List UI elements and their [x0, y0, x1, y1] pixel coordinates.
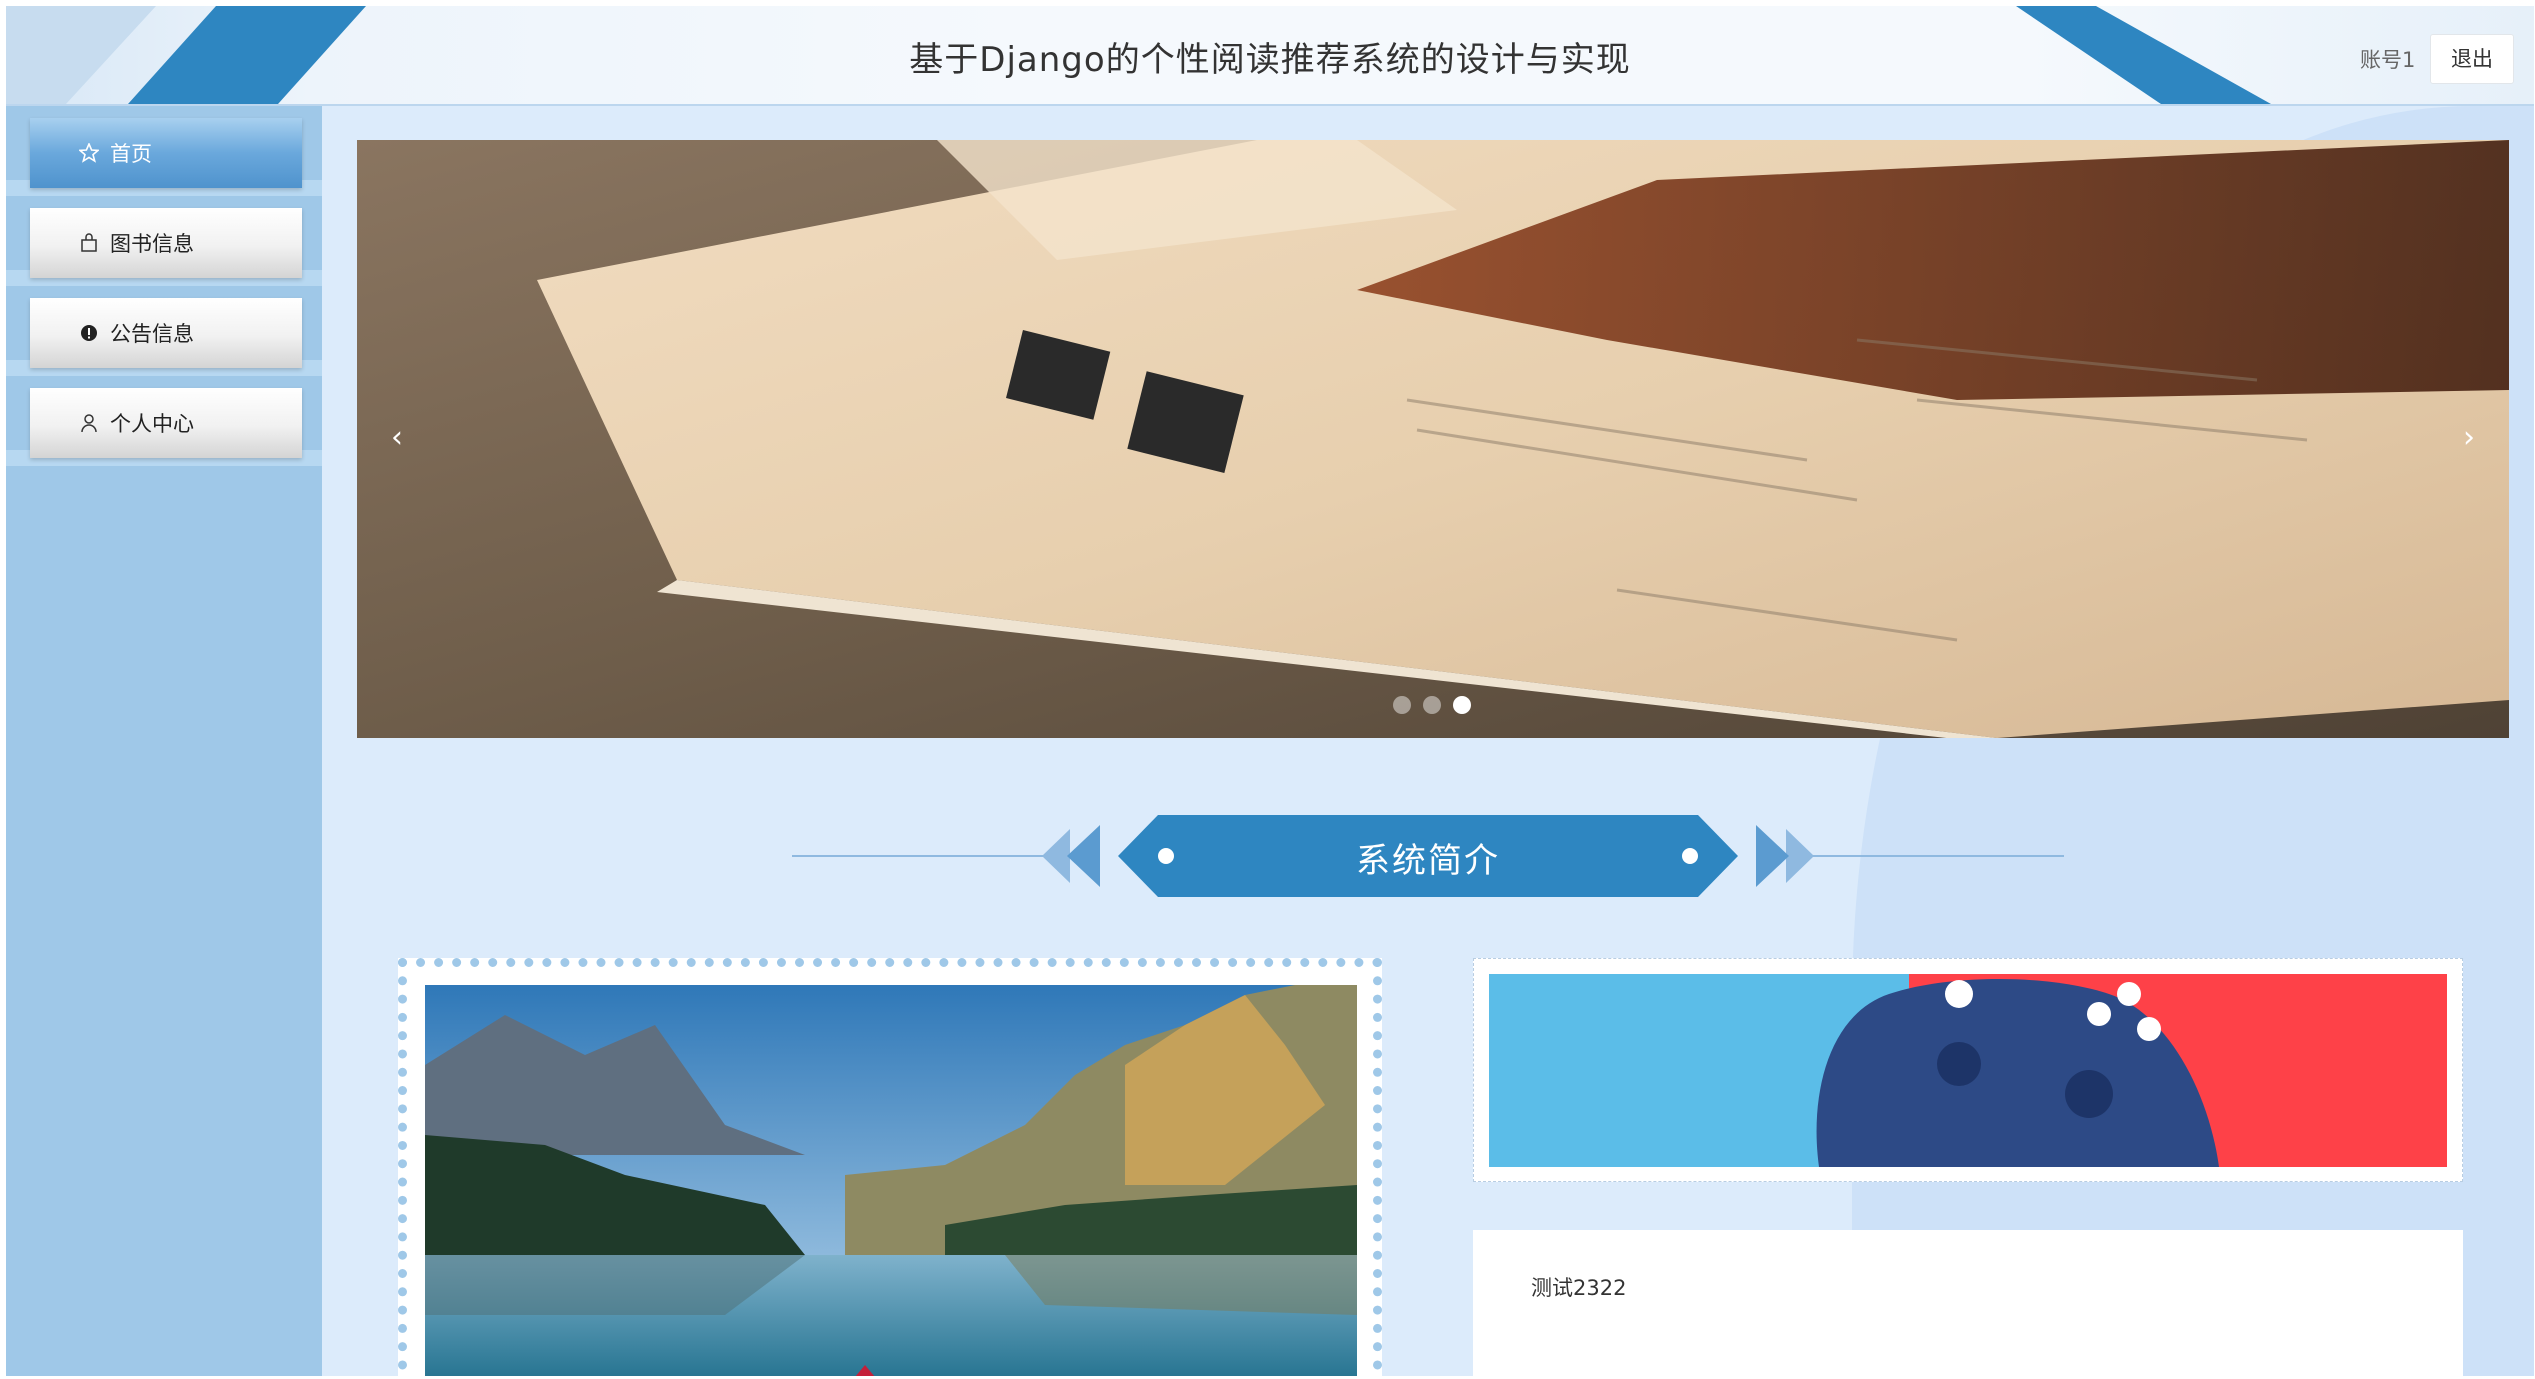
intro-text: 测试2322	[1531, 1276, 1627, 1300]
user-icon	[78, 412, 100, 434]
carousel-dot[interactable]	[1453, 696, 1471, 714]
carousel-prev-button[interactable]: ‹	[371, 408, 423, 468]
app-frame: 基于Django的个性阅读推荐系统的设计与实现 账号1 退出 首页 图书信息 公…	[6, 6, 2534, 1376]
intro-text-box: 测试2322	[1473, 1230, 2463, 1376]
image-carousel[interactable]: ‹ ›	[357, 140, 2509, 738]
intro-banner-box	[1473, 958, 2463, 1182]
top-header: 基于Django的个性阅读推荐系统的设计与实现 账号1 退出	[6, 6, 2534, 106]
carousel-dot[interactable]	[1423, 696, 1441, 714]
intro-banner-image	[1489, 974, 2447, 1167]
bag-icon	[78, 232, 100, 254]
intro-image-frame	[398, 958, 1382, 1376]
section-title: 系统简介	[1356, 841, 1500, 881]
app-title: 基于Django的个性阅读推荐系统的设计与实现	[909, 40, 1631, 80]
sidebar: 首页 图书信息 公告信息 个人中心	[6, 106, 322, 1376]
sidebar-item-books[interactable]: 图书信息	[30, 208, 302, 278]
sidebar-item-notices[interactable]: 公告信息	[30, 298, 302, 368]
sidebar-item-home[interactable]: 首页	[30, 118, 302, 188]
sidebar-item-label: 图书信息	[110, 232, 194, 256]
carousel-slide-image	[357, 140, 2509, 738]
sidebar-item-label: 公告信息	[110, 322, 194, 346]
star-icon	[78, 142, 100, 164]
carousel-next-button[interactable]: ›	[2443, 408, 2495, 468]
intro-image	[425, 985, 1357, 1376]
carousel-dot[interactable]	[1393, 696, 1411, 714]
sidebar-item-label: 个人中心	[110, 412, 194, 436]
carousel-indicators	[1393, 696, 1471, 714]
sidebar-item-profile[interactable]: 个人中心	[30, 388, 302, 458]
info-icon	[78, 322, 100, 344]
logout-button[interactable]: 退出	[2430, 34, 2514, 84]
main-content: ‹ › 系统简介 测试2322	[322, 106, 2534, 1376]
account-label: 账号1	[2360, 48, 2416, 72]
sidebar-item-label: 首页	[110, 142, 152, 166]
section-header: 系统简介	[322, 811, 2534, 901]
